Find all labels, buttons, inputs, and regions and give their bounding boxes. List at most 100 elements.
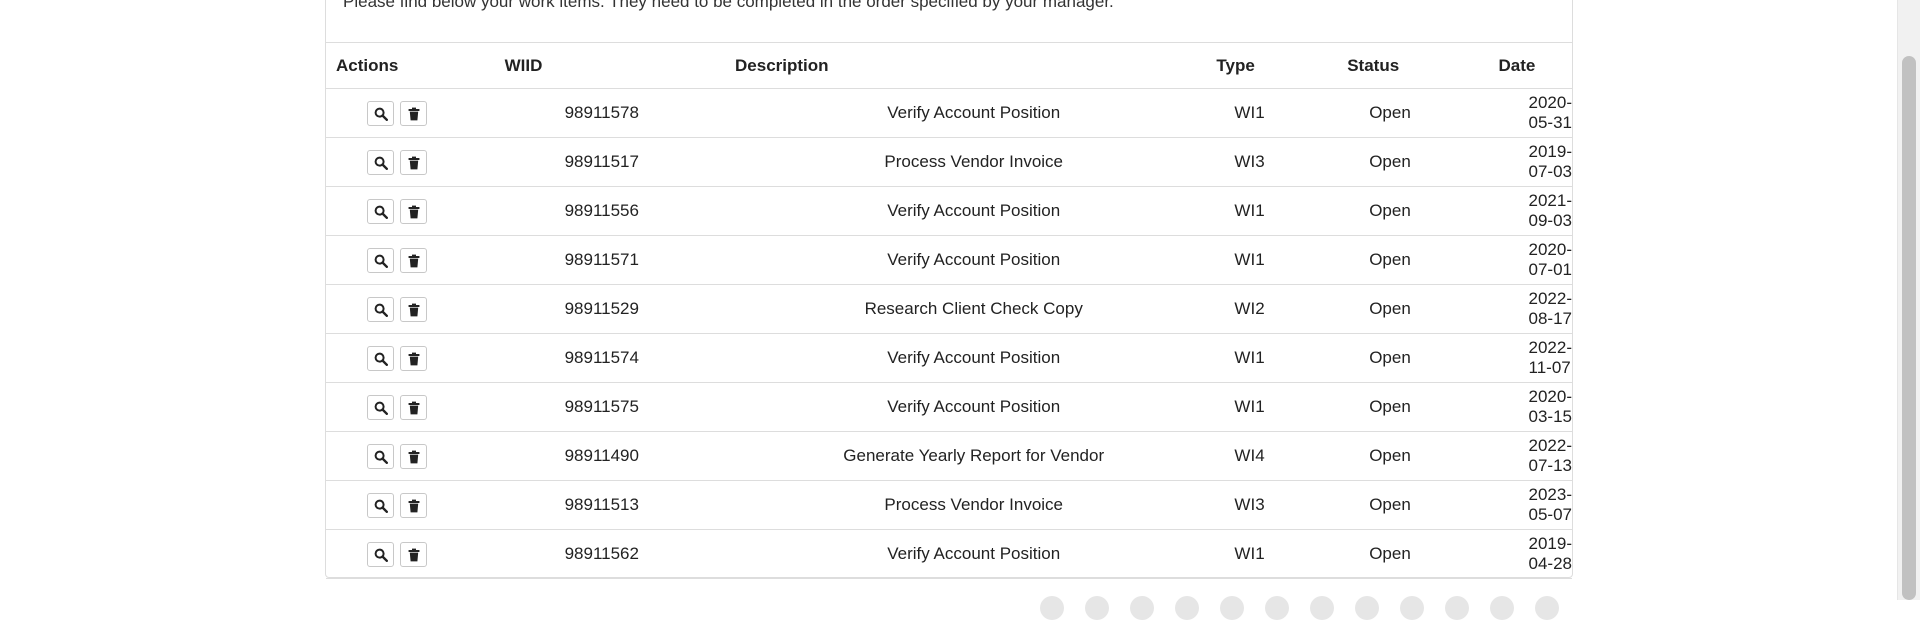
view-button[interactable]	[367, 247, 394, 273]
cell-type: WI3	[1234, 152, 1265, 171]
cell-wiid: 98911562	[564, 544, 639, 563]
header-row: Actions WIID Description Type Status Dat…	[326, 42, 1572, 89]
view-button[interactable]	[367, 296, 394, 322]
cell-type: WI1	[1234, 250, 1265, 269]
view-button[interactable]	[367, 541, 394, 567]
cell-date: 2022-11-07	[1528, 338, 1572, 377]
cell-status: Open	[1369, 495, 1411, 514]
cell-wiid: 98911529	[564, 299, 639, 318]
header-wiid: WIID	[504, 55, 543, 75]
work-items-table: Actions WIID Description Type Status Dat…	[326, 42, 1572, 579]
delete-button[interactable]	[400, 394, 427, 420]
cell-date: 2021-09-03	[1528, 191, 1572, 230]
cell-description: Verify Account Position	[887, 348, 1061, 367]
header-actions: Actions	[336, 55, 399, 75]
cell-description: Verify Account Position	[887, 397, 1061, 416]
cell-description: Verify Account Position	[887, 250, 1061, 269]
cell-type: WI1	[1234, 201, 1265, 220]
cell-status: Open	[1369, 103, 1411, 122]
delete-button[interactable]	[400, 247, 427, 273]
header-description: Description	[735, 55, 829, 75]
view-button[interactable]	[367, 149, 394, 175]
delete-button[interactable]	[400, 198, 427, 224]
delete-button[interactable]	[400, 100, 427, 126]
cell-status: Open	[1369, 152, 1411, 171]
cell-status: Open	[1369, 446, 1411, 465]
cell-wiid: 98911575	[564, 397, 639, 416]
cell-date: 2022-07-13	[1528, 436, 1572, 475]
row-actions	[326, 383, 495, 432]
page-scrollbar[interactable]	[1897, 0, 1920, 600]
cell-status: Open	[1369, 201, 1411, 220]
table-row: 98911490 Generate Yearly Report for Vendo…	[326, 432, 1572, 481]
delete-button[interactable]	[400, 443, 427, 469]
table-row: 98911556 Verify Account Position WI1 Open 20…	[326, 187, 1572, 236]
cell-status: Open	[1369, 397, 1411, 416]
cell-description: Generate Yearly Report for Vendor	[843, 446, 1105, 465]
table-row: 98911517 Process Vendor Invoice WI3 Open 201…	[326, 138, 1572, 187]
cell-description: Research Client Check Copy	[864, 299, 1083, 318]
row-actions	[326, 481, 495, 530]
table-row: 98911578 Verify Account Position WI1 Open 20…	[326, 89, 1572, 138]
delete-button[interactable]	[400, 345, 427, 371]
view-button[interactable]	[367, 443, 394, 469]
row-actions	[326, 138, 495, 187]
scrollbar-thumb[interactable]	[1902, 56, 1916, 600]
cell-type: WI3	[1234, 495, 1265, 514]
cell-status: Open	[1369, 250, 1411, 269]
delete-button[interactable]	[400, 541, 427, 567]
table-row: 98911571 Verify Account Position WI1 Open 20…	[326, 236, 1572, 285]
cell-type: WI1	[1234, 348, 1265, 367]
pagination	[1040, 596, 1580, 620]
table-row: 98911574 Verify Account Position WI1 Open 20…	[326, 334, 1572, 383]
view-button[interactable]	[367, 394, 394, 420]
cell-type: WI4	[1234, 446, 1265, 465]
delete-button[interactable]	[400, 149, 427, 175]
cell-date: 2022-08-17	[1528, 289, 1572, 328]
table-body: 98911578 Verify Account Position WI1 Open 20…	[326, 89, 1572, 579]
cell-wiid: 98911556	[564, 201, 639, 220]
table-row: 98911562 Verify Account Position WI1 Open 20…	[326, 530, 1572, 579]
cell-description: Process Vendor Invoice	[884, 152, 1064, 171]
row-actions	[326, 530, 495, 579]
cell-status: Open	[1369, 544, 1411, 563]
header-status: Status	[1347, 55, 1400, 75]
row-actions	[326, 89, 495, 138]
view-button[interactable]	[367, 100, 394, 126]
cell-date: 2019-04-28	[1528, 534, 1572, 573]
cell-description: Verify Account Position	[887, 201, 1061, 220]
cell-description: Verify Account Position	[887, 544, 1061, 563]
table-row: 98911513 Process Vendor Invoice WI3 Open 202…	[326, 481, 1572, 530]
header-date: Date	[1498, 55, 1536, 75]
row-actions	[326, 187, 495, 236]
cell-date: 2020-07-01	[1528, 240, 1572, 279]
row-actions	[326, 236, 495, 285]
cell-type: WI1	[1234, 544, 1265, 563]
cell-wiid: 98911578	[564, 103, 639, 122]
row-actions	[326, 334, 495, 383]
view-button[interactable]	[367, 345, 394, 371]
cell-wiid: 98911513	[564, 495, 639, 514]
delete-button[interactable]	[400, 296, 427, 322]
table-header: Actions WIID Description Type Status Dat…	[326, 42, 1572, 89]
cell-date: 2020-05-31	[1528, 93, 1572, 132]
cell-date: 2019-07-03	[1528, 142, 1572, 181]
cell-description: Process Vendor Invoice	[884, 495, 1064, 514]
table-row: 98911575 Verify Account Position WI1 Open 20…	[326, 383, 1572, 432]
cell-type: WI1	[1234, 397, 1265, 416]
row-actions	[326, 285, 495, 334]
header-type: Type	[1216, 55, 1255, 75]
cell-type: WI1	[1234, 103, 1265, 122]
cell-wiid: 98911490	[564, 446, 639, 465]
view-button[interactable]	[367, 198, 394, 224]
cell-type: WI2	[1234, 299, 1265, 318]
cell-wiid: 98911571	[564, 250, 639, 269]
row-actions	[326, 432, 495, 481]
view-button[interactable]	[367, 492, 394, 518]
cell-wiid: 98911574	[564, 348, 639, 367]
cell-wiid: 98911517	[564, 152, 639, 171]
delete-button[interactable]	[400, 492, 427, 518]
cell-date: 2023-05-07	[1528, 485, 1572, 524]
table-row: 98911529 Research Client Check Copy WI2 Ope…	[326, 285, 1572, 334]
cell-date: 2020-03-15	[1528, 387, 1572, 426]
